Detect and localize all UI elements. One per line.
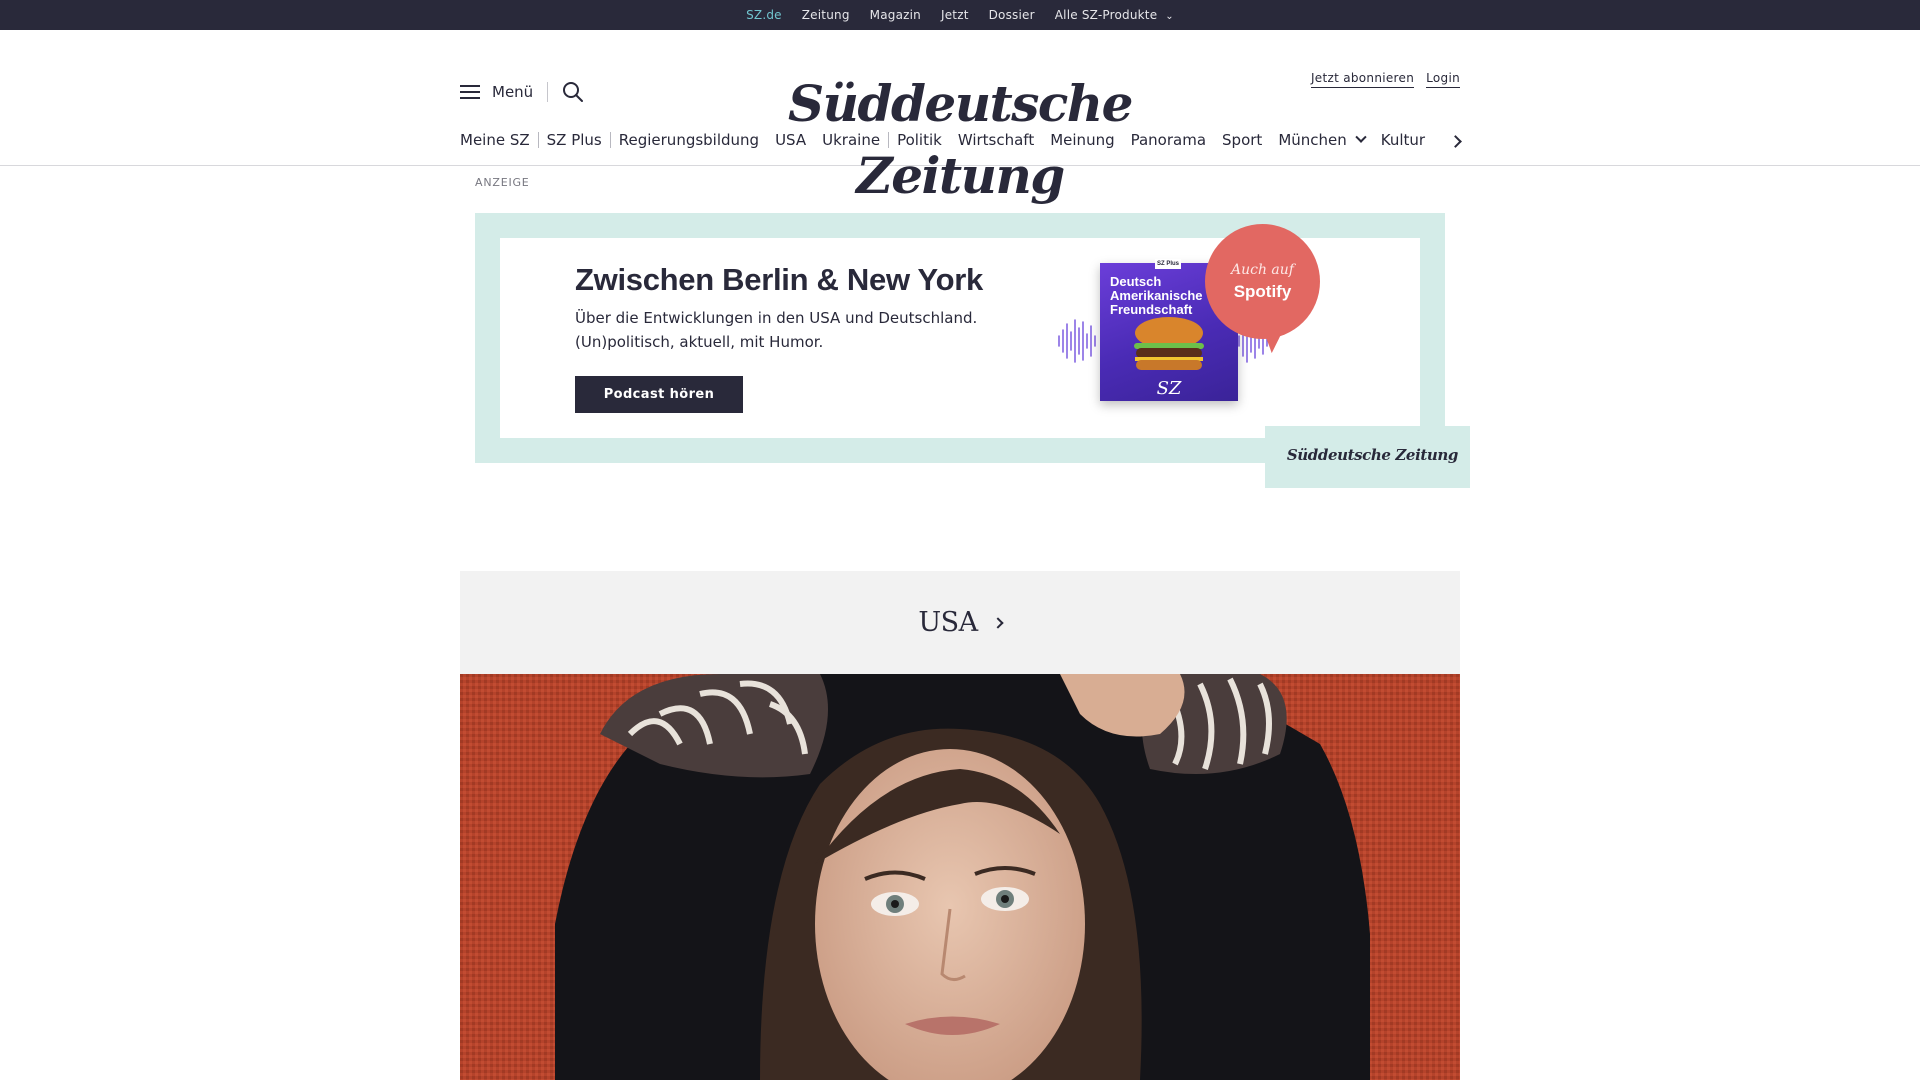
menu-divider (547, 82, 548, 102)
main-navigation: Meine SZ SZ Plus Regierungsbildung USA U… (460, 128, 1433, 152)
product-link-dossier[interactable]: Dossier (979, 8, 1045, 22)
subscribe-link[interactable]: Jetzt abonnieren (1310, 71, 1415, 88)
ad-brand-block: Süddeutsche Zeitung (1265, 426, 1470, 488)
chevron-down-icon (1355, 131, 1367, 143)
account-links: Jetzt abonnieren Login (1310, 71, 1460, 88)
nav-item-muenchen-label: München (1278, 131, 1347, 149)
teaser-photo[interactable] (460, 674, 1460, 1080)
menu-label: Menü (492, 83, 534, 101)
product-links: SZ.de Zeitung Magazin Jetzt Dossier Alle… (0, 0, 1920, 30)
sz-plus-badge: SZ Plus (1155, 259, 1181, 269)
nav-item-regierungsbildung[interactable]: Regierungsbildung (611, 131, 767, 149)
nav-item-meine-sz[interactable]: Meine SZ (460, 131, 538, 149)
product-link-sz-de[interactable]: SZ.de (736, 8, 792, 22)
section-title: USA (918, 607, 978, 638)
search-icon (563, 82, 583, 102)
nav-item-sz-plus[interactable]: SZ Plus (539, 131, 610, 149)
product-link-all-products-label: Alle SZ-Produkte (1054, 8, 1158, 22)
chevron-down-icon: ⌄ (1165, 11, 1174, 22)
product-link-jetzt[interactable]: Jetzt (931, 8, 979, 22)
ad-label: ANZEIGE (475, 176, 530, 189)
podcast-listen-button[interactable]: Podcast hören (575, 376, 743, 413)
hamburger-icon (460, 85, 480, 99)
menu-button[interactable]: Menü (460, 70, 533, 114)
sz-logo: SZ (1156, 378, 1182, 399)
product-link-zeitung[interactable]: Zeitung (792, 8, 860, 22)
ad-title: Zwischen Berlin & New York (575, 262, 983, 297)
search-button[interactable] (561, 80, 585, 104)
site-header: Menü Süddeutsche Zeitung Jetzt abonniere… (0, 30, 1920, 205)
product-bar: SZ.de Zeitung Magazin Jetzt Dossier Alle… (0, 0, 1920, 30)
nav-item-meinung[interactable]: Meinung (1042, 131, 1122, 149)
ad-subtitle: Über die Entwicklungen in den USA und De… (575, 309, 978, 351)
nav-item-usa[interactable]: USA (767, 131, 814, 149)
portrait-photo (460, 674, 1460, 1080)
product-link-magazin[interactable]: Magazin (860, 8, 931, 22)
nav-item-muenchen[interactable]: München (1270, 131, 1372, 149)
nav-item-kultur[interactable]: Kultur (1373, 131, 1433, 149)
burger-illustration (1134, 317, 1204, 370)
nav-item-ukraine[interactable]: Ukraine (814, 131, 888, 149)
ad-brand-logo: Süddeutsche Zeitung (1286, 446, 1459, 464)
podcast-ad-banner[interactable]: Zwischen Berlin & New York Über die Entw… (475, 213, 1470, 488)
nav-item-sport[interactable]: Sport (1214, 131, 1270, 149)
spotify-bubble: Auch auf Spotify (1205, 224, 1320, 339)
spotify-bubble-intro: Auch auf (1231, 262, 1294, 278)
nav-item-panorama[interactable]: Panorama (1123, 131, 1214, 149)
section-header-usa[interactable]: USA (460, 571, 1460, 674)
spotify-bubble-label: Spotify (1233, 282, 1292, 301)
ad-card: Zwischen Berlin & New York Über die Entw… (500, 224, 1470, 488)
product-link-all-products[interactable]: Alle SZ-Produkte ⌄ (1045, 8, 1184, 22)
nav-item-wirtschaft[interactable]: Wirtschaft (950, 131, 1042, 149)
chevron-right-icon (991, 616, 1004, 629)
login-link[interactable]: Login (1426, 71, 1460, 88)
nav-item-politik[interactable]: Politik (889, 131, 950, 149)
chevron-right-icon[interactable] (1448, 133, 1466, 151)
